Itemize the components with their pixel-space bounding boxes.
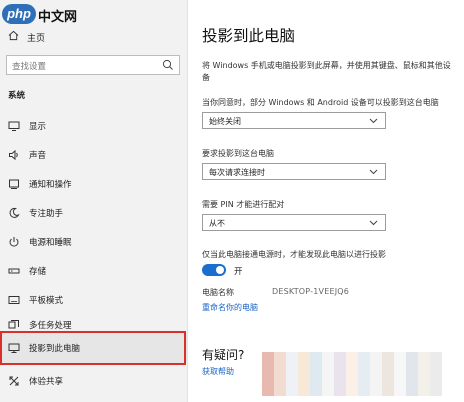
toggle-state-label: 开: [234, 267, 243, 277]
home-label: 主页: [27, 33, 46, 44]
toggle-knob: [216, 266, 224, 274]
search-placeholder: 查找设置: [12, 62, 47, 72]
color-strip: [262, 352, 442, 396]
chevron-down-icon: [369, 218, 378, 227]
dropdown-value: 始终关闭: [209, 117, 241, 126]
ask-to-project-dropdown[interactable]: 每次请求连接时: [202, 163, 386, 180]
home-link[interactable]: 主页: [8, 30, 45, 44]
sidebar-item-power-sleep[interactable]: 电源和睡眠: [0, 227, 187, 257]
logo-text: 中文网: [38, 10, 78, 25]
pin-label: 需要 PIN 才能进行配对: [202, 200, 285, 209]
sidebar-item-label: 多任务处理: [29, 321, 72, 331]
settings-sidebar: php 中文网 主页 查找设置 系统 显示 声音 通知和操作 专注助手 电源和睡…: [0, 0, 188, 402]
page-description: 将 Windows 手机或电脑投影到此屏幕，并使用其键盘、鼠标和其他设备: [202, 61, 451, 82]
multitask-icon: [8, 319, 20, 331]
chevron-down-icon: [369, 116, 378, 125]
pc-name-label: 电脑名称: [202, 288, 234, 297]
logo-badge: php: [2, 4, 36, 24]
dropdown-value: 每次请求连接时: [209, 168, 265, 177]
home-icon: [8, 30, 19, 44]
settings-search-input[interactable]: 查找设置: [6, 55, 180, 75]
moon-icon: [8, 207, 20, 219]
sidebar-item-display[interactable]: 显示: [0, 111, 187, 141]
rename-pc-link[interactable]: 重命名你的电脑: [202, 302, 258, 313]
availability-label: 当你同意时，部分 Windows 和 Android 设备可以投影到这台电脑: [202, 98, 439, 107]
get-help-link[interactable]: 获取帮助: [202, 366, 234, 377]
sidebar-item-notifications[interactable]: 通知和操作: [0, 169, 187, 199]
sidebar-item-label: 体验共享: [29, 377, 64, 387]
sidebar-item-label: 平板模式: [29, 296, 64, 306]
sidebar-item-project-to-pc[interactable]: 投影到此电脑: [0, 333, 187, 363]
project-icon: [8, 342, 20, 354]
power-only-label: 仅当此电脑接通电源时，才能发现此电脑以进行投影: [202, 250, 386, 259]
tablet-icon: [8, 294, 20, 306]
help-heading: 有疑问?: [202, 348, 245, 362]
storage-icon: [8, 265, 20, 277]
settings-content: 投影到此电脑 将 Windows 手机或电脑投影到此屏幕，并使用其键盘、鼠标和其…: [188, 0, 464, 402]
dropdown-value: 从不: [209, 219, 225, 228]
chevron-down-icon: [369, 167, 378, 176]
sidebar-item-sound[interactable]: 声音: [0, 140, 187, 170]
pin-dropdown[interactable]: 从不: [202, 214, 386, 231]
notification-icon: [8, 178, 20, 190]
sidebar-item-label: 投影到此电脑: [29, 344, 81, 354]
page-title: 投影到此电脑: [202, 27, 296, 45]
pc-name-value: DESKTOP-1VEEJQ6: [272, 287, 350, 296]
sidebar-item-label: 显示: [29, 122, 47, 132]
sidebar-item-label: 存储: [29, 267, 47, 277]
sidebar-item-label: 声音: [29, 151, 47, 161]
sidebar-item-focus-assist[interactable]: 专注助手: [0, 198, 187, 228]
sidebar-item-shared-experiences[interactable]: 体验共享: [0, 366, 187, 396]
sidebar-item-label: 通知和操作: [29, 180, 72, 190]
speaker-icon: [8, 149, 20, 161]
display-icon: [8, 120, 20, 132]
sidebar-item-label: 专注助手: [29, 209, 64, 219]
share-icon: [8, 375, 20, 387]
sidebar-item-storage[interactable]: 存储: [0, 256, 187, 286]
availability-dropdown[interactable]: 始终关闭: [202, 112, 386, 129]
power-icon: [8, 236, 20, 248]
section-title-system: 系统: [8, 91, 26, 101]
search-icon[interactable]: [161, 58, 175, 72]
sidebar-item-label: 电源和睡眠: [29, 238, 72, 248]
ask-to-project-label: 要求投影到这台电脑: [202, 149, 274, 158]
power-only-toggle[interactable]: [202, 264, 226, 276]
site-logo: php 中文网: [2, 4, 84, 25]
